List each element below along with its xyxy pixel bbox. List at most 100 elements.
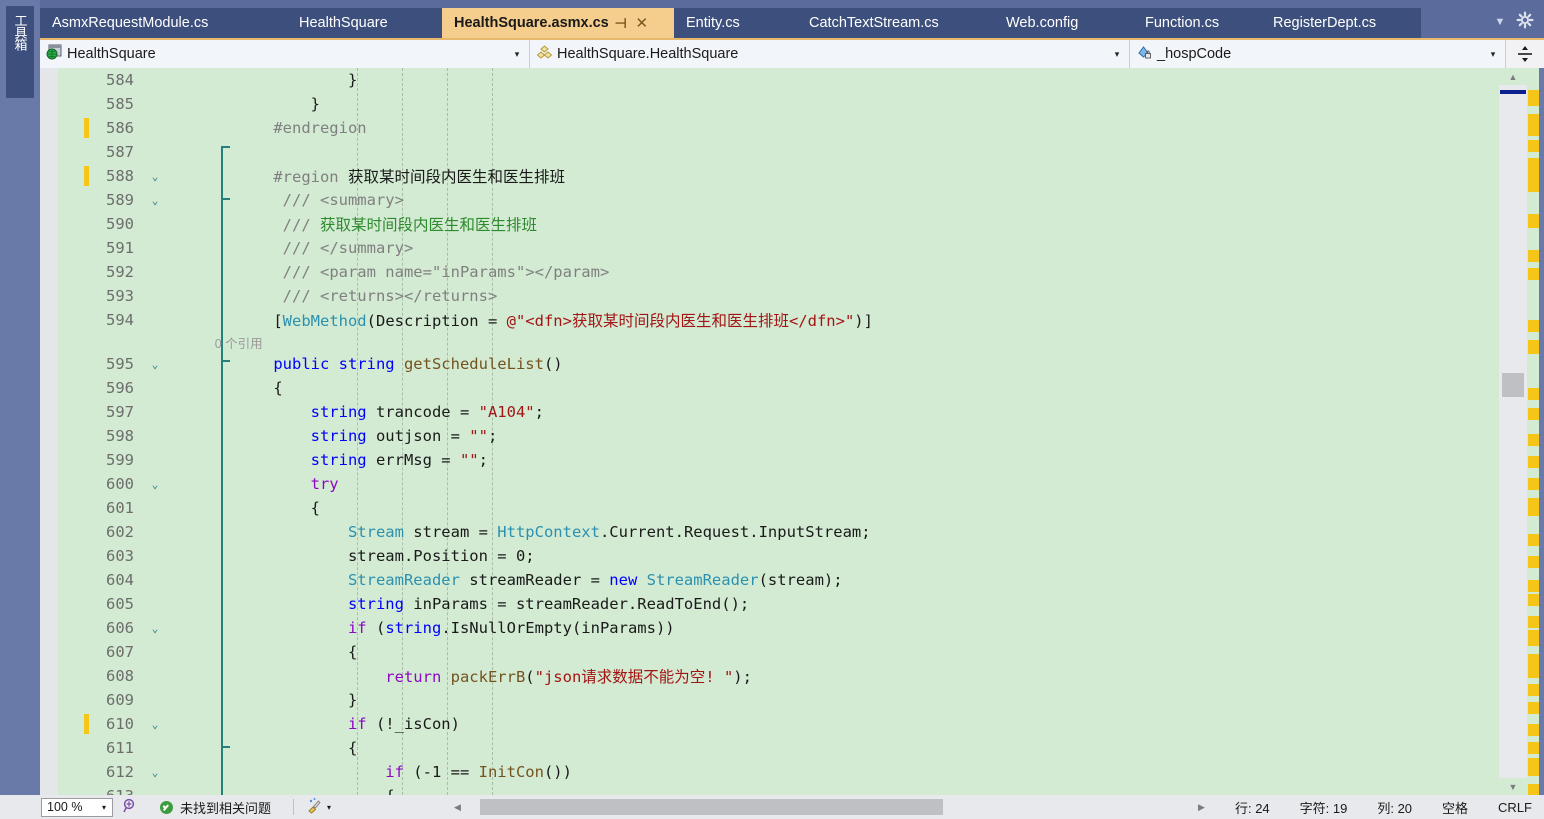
editor-tab[interactable]: AsmxRequestModule.cs — [40, 8, 287, 38]
editor-tab[interactable]: RegisterDept.cs — [1261, 8, 1421, 38]
code-line[interactable]: 587 — [58, 140, 1495, 164]
scroll-left-icon[interactable]: ◀ — [449, 802, 466, 813]
line-number: 607 — [106, 643, 134, 661]
hscrollbar-thumb[interactable] — [480, 799, 943, 815]
code-line[interactable]: 609 } — [58, 688, 1495, 712]
editor-tab[interactable]: Function.cs — [1133, 8, 1261, 38]
scroll-right-icon[interactable]: ▶ — [1193, 802, 1210, 813]
code-text: try — [166, 475, 339, 493]
code-line[interactable]: 613 { — [58, 784, 1495, 795]
fold-toggle-icon[interactable]: ⌄ — [144, 718, 166, 731]
code-token: #endregion — [180, 119, 367, 137]
scrollbar-track[interactable] — [1499, 68, 1527, 795]
scrollbar-change-marker — [1528, 784, 1539, 795]
scrollbar-change-marker — [1528, 742, 1539, 754]
code-line[interactable]: 610 ⌄ if (!_isCon) — [58, 712, 1495, 736]
chevron-down-icon[interactable]: ▾ — [1485, 49, 1501, 60]
scrollbar-change-marker — [1528, 580, 1539, 592]
editor-tab[interactable]: HealthSquare — [287, 8, 442, 38]
code-line[interactable]: 596 { — [58, 376, 1495, 400]
code-line[interactable]: 0 个引用 — [58, 332, 1495, 352]
code-token: getScheduleList — [403, 355, 544, 373]
code-line[interactable]: 595 ⌄ public string getScheduleList() — [58, 352, 1495, 376]
fold-toggle-icon[interactable]: ⌄ — [144, 766, 166, 779]
code-line[interactable]: 600 ⌄ try — [58, 472, 1495, 496]
chevron-down-icon[interactable]: ▾ — [509, 49, 525, 60]
project-dropdown[interactable]: HealthSquare ▾ — [40, 40, 530, 68]
zoom-level-dropdown[interactable]: 100 % ▾ — [41, 797, 113, 817]
fold-toggle-icon[interactable]: ⌄ — [144, 170, 166, 183]
line-number: 610 — [106, 715, 134, 733]
code-token: ( — [525, 668, 535, 686]
chevron-down-icon[interactable]: ▼ — [1492, 14, 1508, 30]
editor-tab[interactable]: Entity.cs — [674, 8, 797, 38]
scroll-up-icon[interactable]: ▲ — [1499, 68, 1527, 85]
code-line[interactable]: 594 [WebMethod(Description = @"<dfn>获取某时… — [58, 308, 1495, 332]
editor-tab[interactable]: HealthSquare.asmx.cs ⊣ ✕ — [442, 8, 674, 38]
scrollbar-change-marker — [1528, 90, 1539, 106]
fold-toggle-icon[interactable]: ⌄ — [144, 622, 166, 635]
line-number: 608 — [106, 667, 134, 685]
code-line[interactable]: 589 ⌄ /// <summary> — [58, 188, 1495, 212]
type-dropdown[interactable]: HealthSquare.HealthSquare ▾ — [530, 40, 1130, 68]
code-line[interactable]: 584 } — [58, 68, 1495, 92]
code-cleanup-button[interactable]: ▾ — [306, 797, 331, 817]
gear-icon[interactable] — [1516, 11, 1534, 29]
code-text: /// <param name="inParams"></param> — [166, 263, 610, 281]
code-line[interactable]: 586 #endregion — [58, 116, 1495, 140]
fold-toggle-icon[interactable]: ⌄ — [144, 478, 166, 491]
horizontal-scrollbar[interactable]: ◀ ▶ — [449, 797, 1210, 817]
code-lines[interactable]: 584 } 585 } 586 #endregion 587 588 ⌄ #region … — [58, 68, 1495, 795]
code-line[interactable]: 598 string outjson = ""; — [58, 424, 1495, 448]
issues-status[interactable]: 未找到相关问题 — [160, 798, 271, 817]
code-line[interactable]: 590 /// 获取某时间段内医生和医生排班 — [58, 212, 1495, 236]
code-line[interactable]: 599 string errMsg = ""; — [58, 448, 1495, 472]
code-line[interactable]: 597 string trancode = "A104"; — [58, 400, 1495, 424]
editor-tab[interactable]: CatchTextStream.cs — [797, 8, 994, 38]
text-selector-icon[interactable] — [120, 797, 138, 818]
code-line[interactable]: 606 ⌄ if (string.IsNullOrEmpty(inParams)) — [58, 616, 1495, 640]
chevron-down-icon[interactable]: ▾ — [327, 803, 331, 812]
code-line[interactable]: 601 { — [58, 496, 1495, 520]
code-line[interactable]: 603 stream.Position = 0; — [58, 544, 1495, 568]
code-line[interactable]: 608 return packErrB("json请求数据不能为空! "); — [58, 664, 1495, 688]
code-token: "A104" — [478, 403, 535, 421]
code-token: /// — [180, 263, 320, 281]
code-line[interactable]: 585 } — [58, 92, 1495, 116]
chevron-down-icon[interactable]: ▾ — [96, 803, 112, 812]
chevron-down-icon[interactable]: ▾ — [1109, 49, 1125, 60]
code-token: )] — [854, 312, 873, 330]
member-dropdown[interactable]: _hospCode ▾ — [1130, 40, 1506, 68]
fold-toggle-icon[interactable]: ⌄ — [144, 194, 166, 207]
split-view-icon[interactable] — [1506, 40, 1544, 68]
code-line[interactable]: 611 { — [58, 736, 1495, 760]
code-token: { — [180, 499, 320, 517]
toolbox-vertical-tab[interactable]: 工具箱 — [6, 6, 34, 98]
code-line[interactable]: 592 /// <param name="inParams"></param> — [58, 260, 1495, 284]
code-token: StreamReader — [646, 571, 759, 589]
code-line[interactable]: 602 Stream stream = HttpContext.Current.… — [58, 520, 1495, 544]
vertical-scrollbar[interactable]: ▲ ▼ — [1495, 68, 1544, 795]
code-line[interactable]: 593 /// <returns></returns> — [58, 284, 1495, 308]
scrollbar-thumb[interactable] — [1502, 373, 1524, 397]
editor-tab[interactable]: Web.config — [994, 8, 1133, 38]
code-line[interactable]: 588 ⌄ #region 获取某时间段内医生和医生排班 — [58, 164, 1495, 188]
code-text: Stream stream = HttpContext.Current.Requ… — [166, 523, 871, 541]
code-line[interactable]: 591 /// </summary> — [58, 236, 1495, 260]
line-number: 604 — [106, 571, 134, 589]
code-editor[interactable]: 584 } 585 } 586 #endregion 587 588 ⌄ #region … — [40, 68, 1544, 795]
line-number: 605 — [106, 595, 134, 613]
code-line[interactable]: 604 StreamReader streamReader = new Stre… — [58, 568, 1495, 592]
code-line[interactable]: 605 string inParams = streamReader.ReadT… — [58, 592, 1495, 616]
fold-toggle-icon[interactable]: ⌄ — [144, 358, 166, 371]
close-icon[interactable]: ✕ — [633, 14, 651, 32]
code-line[interactable]: 612 ⌄ if (-1 == InitCon()) — [58, 760, 1495, 784]
scroll-down-icon[interactable]: ▼ — [1499, 778, 1527, 795]
scrollbar-change-marker — [1528, 320, 1539, 332]
code-token: stream.Position = 0; — [180, 547, 535, 565]
pin-icon[interactable]: ⊣ — [612, 15, 630, 32]
hscrollbar-track[interactable] — [466, 799, 1193, 815]
code-line[interactable]: 607 { — [58, 640, 1495, 664]
code-token: <param name="inParams"></param> — [319, 263, 610, 281]
scrollbar-change-marker — [1528, 702, 1539, 714]
